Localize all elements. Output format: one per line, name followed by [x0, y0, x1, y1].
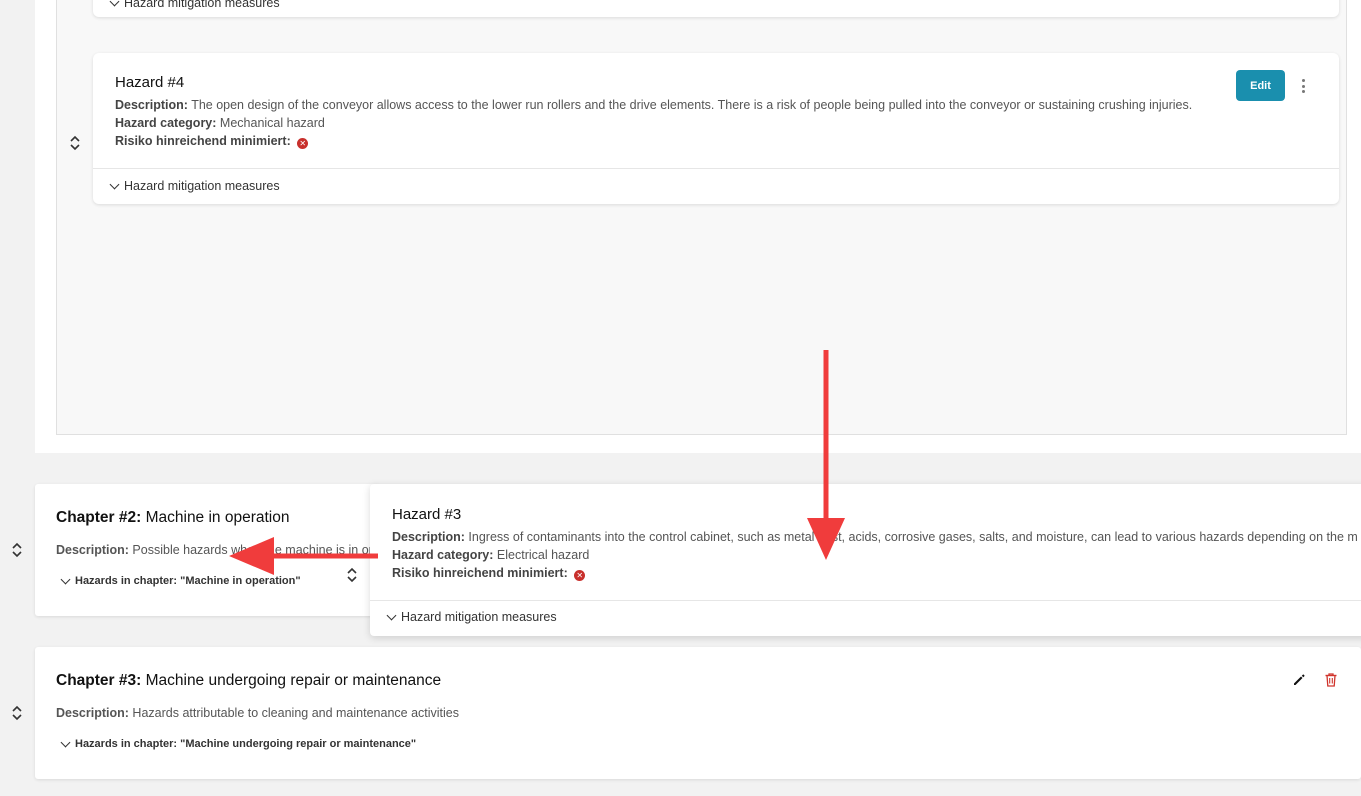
chapter-name: Machine undergoing repair or maintenance [145, 672, 442, 689]
chapter-number: Chapter #2: [56, 509, 142, 526]
drag-sort-icon[interactable] [69, 135, 81, 151]
chevron-down-icon [109, 0, 120, 6]
hazard-card-previous: Hazard mitigation measures [93, 0, 1339, 17]
risk-status: Risiko hinreichend minimiert: ✕ [115, 132, 309, 150]
trash-icon[interactable] [1324, 672, 1338, 688]
chapter-card-2: Chapter #2: Machine in operation Descrip… [35, 484, 380, 616]
risk-label: Risiko hinreichend minimiert: [392, 566, 568, 580]
hazards-toggle-label: Hazards in chapter: "Machine in operatio… [75, 575, 301, 587]
x-circle-icon: ✕ [297, 138, 309, 149]
mitigation-toggle-label: Hazard mitigation measures [124, 0, 280, 10]
description-text: Hazards attributable to cleaning and mai… [132, 706, 460, 720]
drag-sort-icon[interactable] [346, 567, 358, 583]
hazard-card-4: Hazard #4 Description: The open design o… [93, 53, 1339, 204]
description-text: The open design of the conveyor allows a… [191, 98, 1193, 112]
more-options-icon[interactable] [1300, 79, 1306, 93]
chevron-down-icon [386, 610, 397, 620]
risk-status: Risiko hinreichend minimiert: ✕ [392, 564, 586, 582]
description-label: Description: [115, 98, 188, 112]
description-label: Description: [392, 530, 465, 544]
mitigation-toggle[interactable]: Hazard mitigation measures [109, 0, 280, 10]
x-circle-icon: ✕ [574, 570, 586, 581]
hazard-description: Description: The open design of the conv… [115, 96, 1192, 114]
chapter-title: Chapter #3: Machine undergoing repair or… [56, 672, 441, 690]
mitigation-toggle[interactable]: Hazard mitigation measures [109, 179, 280, 193]
risk-label: Risiko hinreichend minimiert: [115, 134, 291, 148]
chevron-down-icon [60, 737, 71, 747]
hazard-category: Hazard category: Electrical hazard [392, 546, 589, 564]
hazards-toggle-label: Hazards in chapter: "Machine undergoing … [75, 738, 417, 750]
description-label: Description: [56, 543, 129, 557]
category-text: Mechanical hazard [219, 116, 325, 130]
mitigation-toggle[interactable]: Hazard mitigation measures [386, 610, 557, 624]
hazards-in-chapter-toggle[interactable]: Hazards in chapter: "Machine undergoing … [60, 737, 417, 750]
mitigation-toggle-label: Hazard mitigation measures [124, 179, 280, 193]
hazard-category: Hazard category: Mechanical hazard [115, 114, 325, 132]
chevron-down-icon [109, 179, 120, 189]
hazard-title: Hazard #4 [115, 74, 185, 91]
chapter-card-3: Chapter #3: Machine undergoing repair or… [35, 647, 1361, 779]
category-text: Electrical hazard [496, 548, 590, 562]
chapter-number: Chapter #3: [56, 672, 142, 689]
drag-sort-icon[interactable] [11, 542, 23, 558]
description-text: Possible hazards when the machine is in … [132, 543, 376, 557]
chapter-description: Description: Possible hazards when the m… [56, 543, 376, 557]
drag-sort-icon[interactable] [11, 705, 23, 721]
chevron-down-icon [60, 574, 71, 584]
hazard-title: Hazard #3 [392, 506, 462, 523]
chapter-description: Description: Hazards attributable to cle… [56, 706, 459, 720]
description-text: Ingress of contaminants into the control… [468, 530, 1358, 544]
hazard-card-3-dragging[interactable]: Hazard #3 Description: Ingress of contam… [370, 484, 1361, 636]
chapter-title: Chapter #2: Machine in operation [56, 509, 290, 527]
category-label: Hazard category: [392, 548, 494, 562]
divider [370, 600, 1361, 601]
divider [93, 168, 1339, 169]
chapter-name: Machine in operation [145, 509, 290, 526]
category-label: Hazard category: [115, 116, 217, 130]
mitigation-toggle-label: Hazard mitigation measures [401, 610, 557, 624]
edit-button[interactable]: Edit [1236, 70, 1285, 101]
hazards-in-chapter-toggle[interactable]: Hazards in chapter: "Machine in operatio… [60, 574, 301, 587]
hazard-description: Description: Ingress of contaminants int… [392, 528, 1358, 546]
pencil-icon[interactable] [1292, 673, 1306, 687]
description-label: Description: [56, 706, 129, 720]
